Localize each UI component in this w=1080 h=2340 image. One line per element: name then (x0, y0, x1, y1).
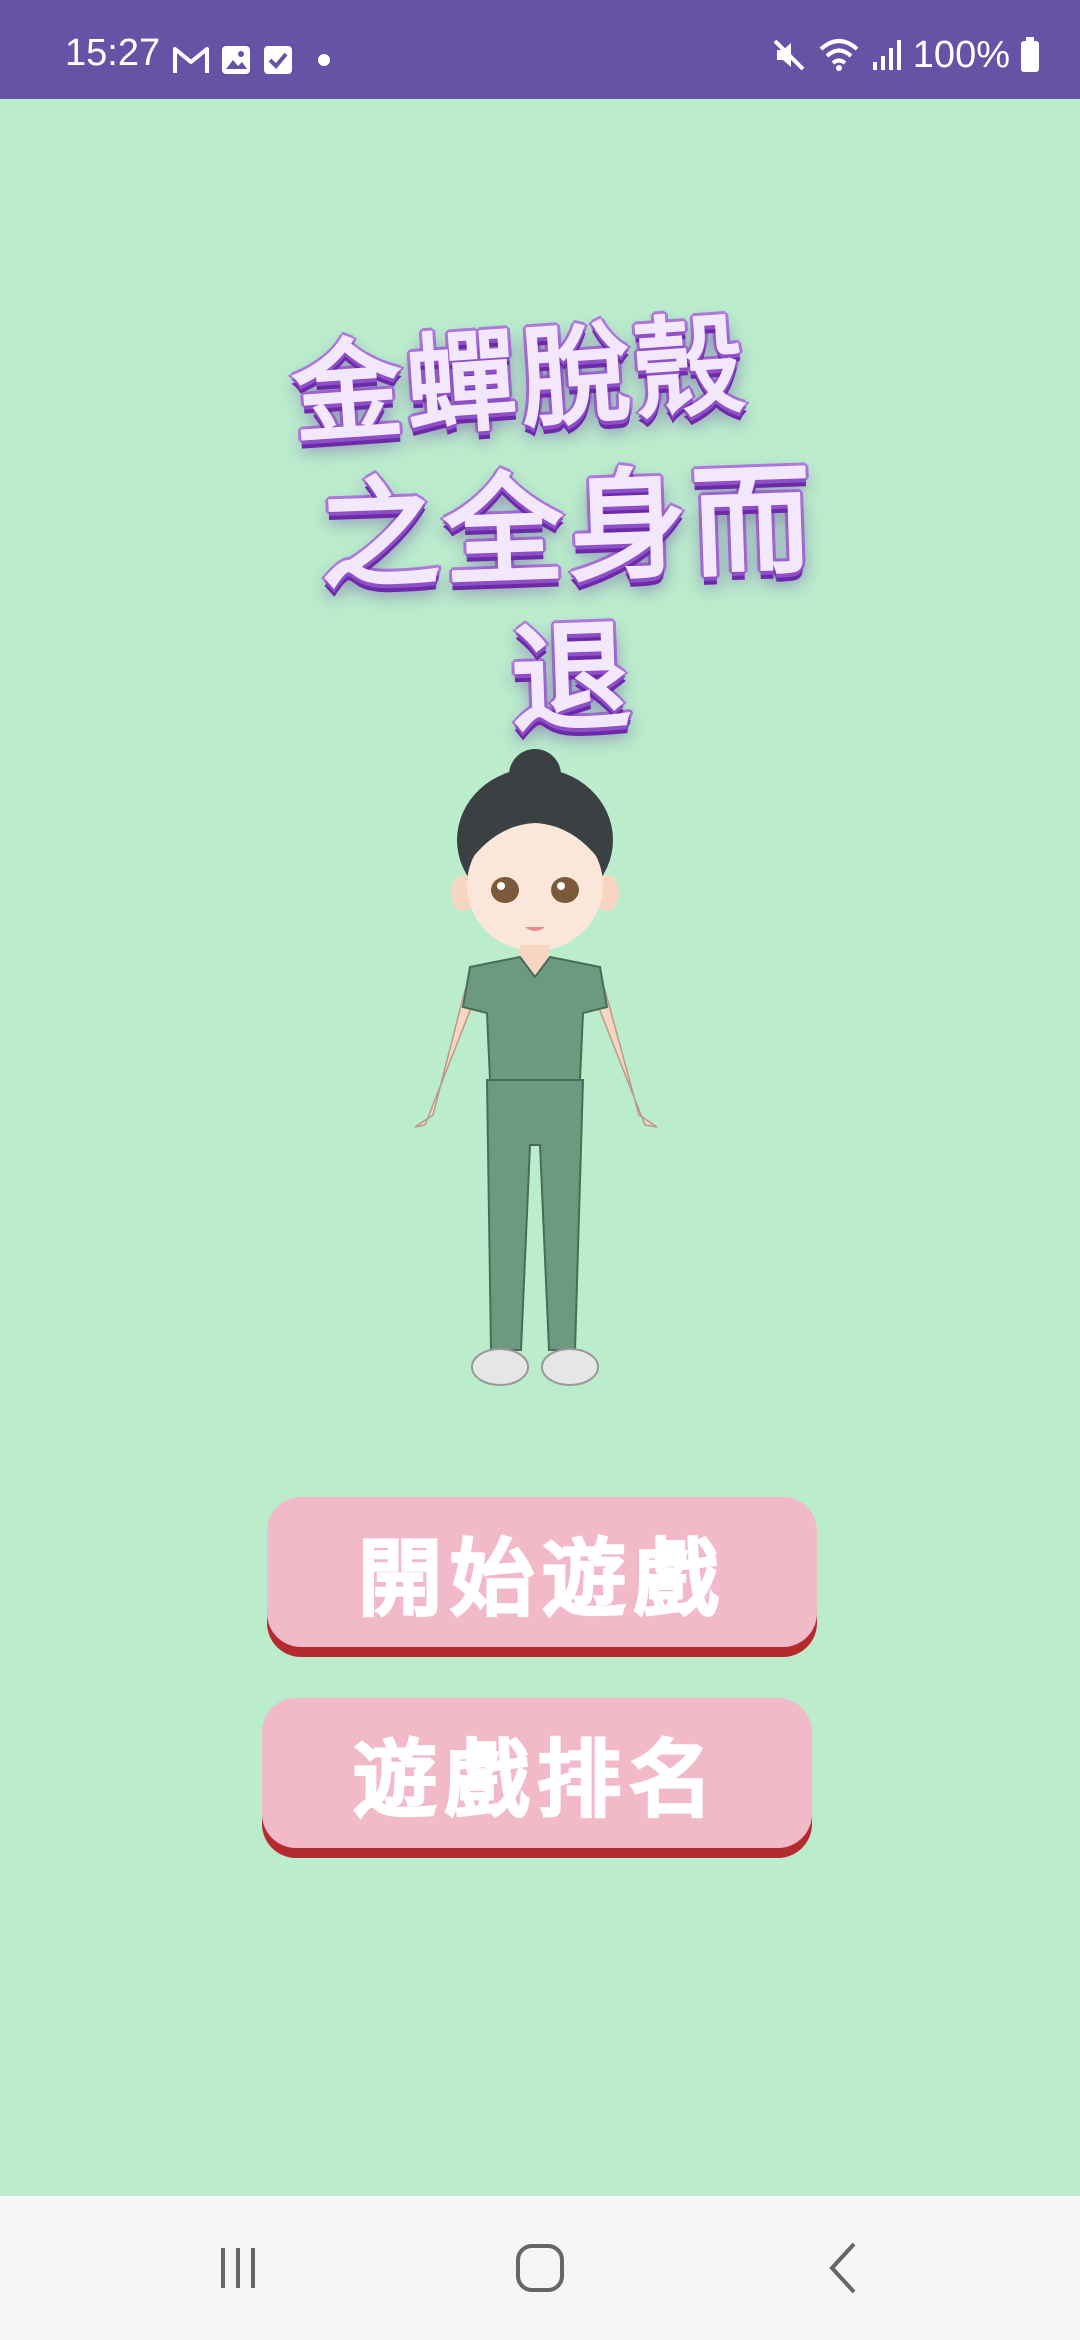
home-button[interactable] (500, 2232, 580, 2304)
recent-apps-button[interactable] (198, 2232, 278, 2304)
game-ranking-label: 遊戲排名 (352, 1730, 721, 1830)
nurse-character-icon (414, 749, 658, 1386)
status-time: 15:27 (65, 32, 161, 74)
notification-dot-icon (318, 54, 330, 66)
game-logo: 金蟬脫殼 之全身而退 (250, 290, 840, 753)
mute-icon (773, 39, 805, 71)
gmail-icon (173, 47, 209, 73)
start-game-label: 開始遊戲 (357, 1529, 726, 1629)
battery-icon (1021, 37, 1039, 72)
tasks-check-icon (264, 46, 292, 74)
back-button[interactable] (805, 2232, 885, 2304)
logo-title-line1: 金蟬脫殼 (287, 299, 754, 461)
status-bar: 15:27 100% (0, 0, 1080, 99)
wifi-icon (819, 39, 859, 71)
status-right-icons: 100% (771, 36, 1040, 74)
logo-title-line2: 之全身而退 (316, 450, 820, 753)
recent-apps-icon (221, 2248, 255, 2288)
back-icon (829, 2242, 856, 2294)
navigation-bar (0, 2196, 1080, 2340)
home-icon (516, 2244, 564, 2292)
status-left-icons (172, 44, 334, 76)
game-ranking-button[interactable]: 遊戲排名 (262, 1698, 812, 1848)
start-game-button[interactable]: 開始遊戲 (267, 1497, 817, 1647)
game-start-screen: 15:27 100% 金蟬脫殼 之全身而退 開始遊戲 遊戲排名 (0, 0, 1080, 2340)
signal-icon (872, 40, 901, 70)
battery-percent: 100% (912, 34, 1010, 76)
gallery-icon (222, 46, 250, 74)
